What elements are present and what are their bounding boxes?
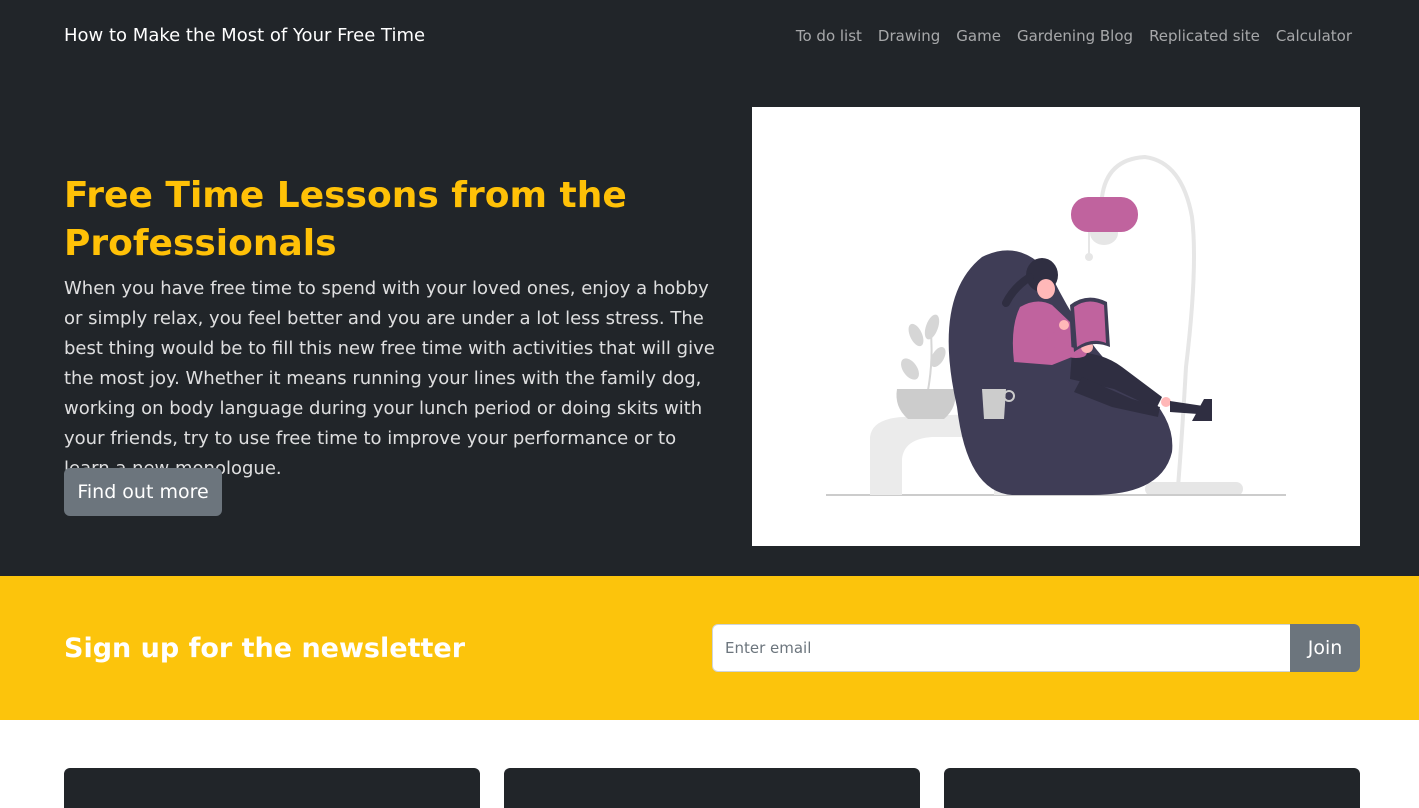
nav-link-replicated-site[interactable]: Replicated site (1149, 25, 1260, 47)
woman-reading-illustration (826, 154, 1286, 496)
email-input[interactable] (712, 624, 1304, 672)
card-1 (64, 768, 480, 808)
card-3 (944, 768, 1360, 808)
nav-link-calculator[interactable]: Calculator (1276, 25, 1352, 47)
main-nav: To do list Drawing Game Gardening Blog R… (796, 25, 1352, 47)
nav-link-drawing[interactable]: Drawing (878, 25, 940, 47)
find-out-more-button[interactable]: Find out more (64, 468, 222, 516)
hero-text: When you have free time to spend with yo… (64, 278, 715, 479)
hero-illustration (752, 107, 1360, 546)
card-2 (504, 768, 920, 808)
nav-link-gardening-blog[interactable]: Gardening Blog (1017, 25, 1133, 47)
hero-section: How to Make the Most of Your Free Time T… (0, 0, 1419, 576)
site-brand[interactable]: How to Make the Most of Your Free Time (64, 24, 425, 48)
nav-link-todo[interactable]: To do list (796, 25, 862, 47)
hero-title: Free Time Lessons from the Professionals (64, 175, 627, 264)
join-button[interactable]: Join (1290, 624, 1360, 672)
newsletter-title: Sign up for the newsletter (64, 633, 466, 664)
nav-link-game[interactable]: Game (956, 25, 1001, 47)
